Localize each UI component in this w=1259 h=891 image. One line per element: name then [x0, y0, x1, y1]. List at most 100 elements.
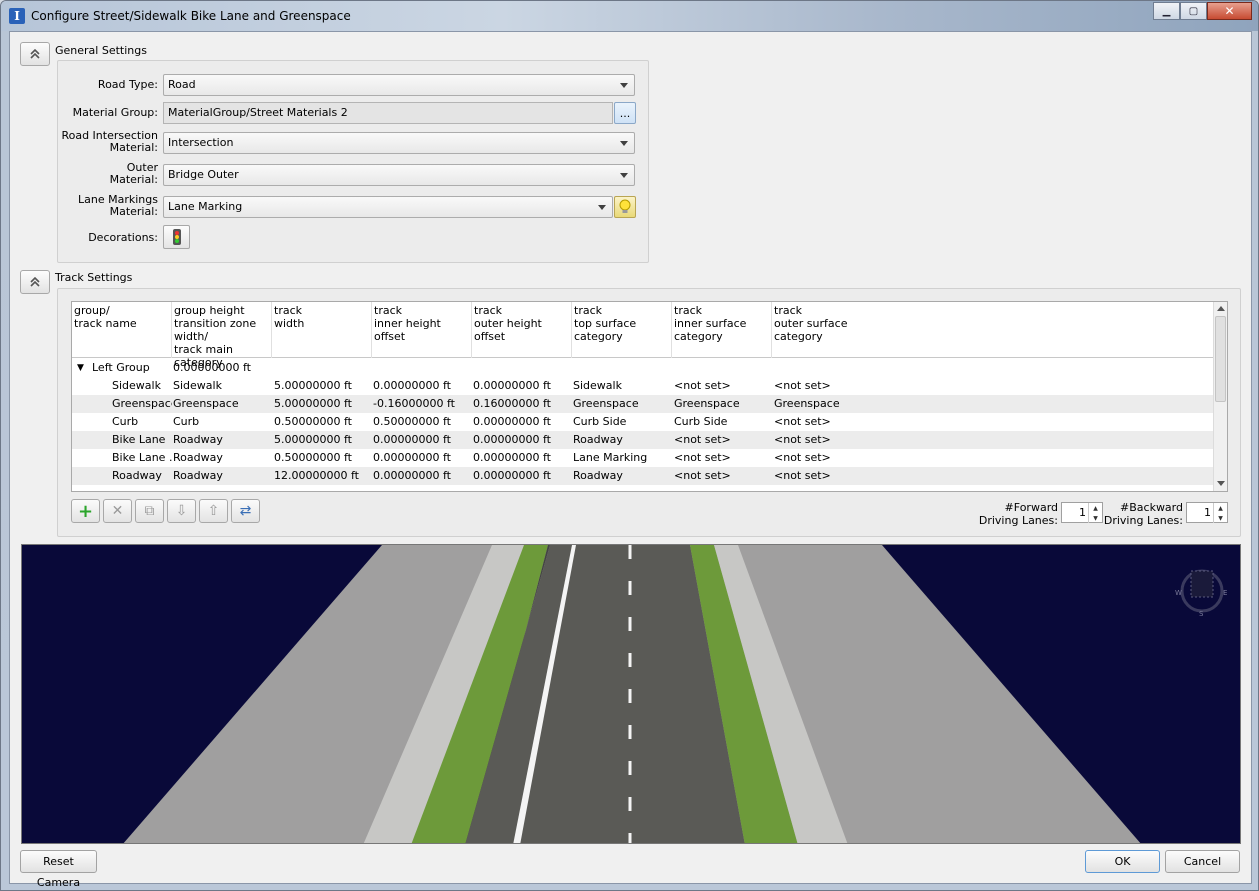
track-name-cell: Sidewalk [112, 379, 161, 392]
maximize-button[interactable]: ▢ [1180, 2, 1207, 20]
outer-height-cell: 0.16000000 ft [473, 397, 551, 410]
delete-track-button[interactable]: ✕ [103, 499, 132, 523]
group-height: 0.00000000 ft [173, 361, 251, 374]
lightbulb-icon [619, 199, 631, 213]
ok-button[interactable]: OK [1085, 850, 1160, 873]
compass-south-label: S [1199, 610, 1204, 618]
title-bar[interactable]: I Configure Street/Sidewalk Bike Lane an… [1, 1, 1258, 31]
cancel-button[interactable]: Cancel [1165, 850, 1240, 873]
chevron-down-icon [620, 173, 628, 178]
decorations-label: Decorations: [88, 231, 158, 244]
close-button[interactable]: ✕ [1207, 2, 1252, 20]
material-group-field[interactable]: MaterialGroup/Street Materials 2 [163, 102, 613, 124]
scrollbar-thumb[interactable] [1215, 316, 1226, 402]
table-row[interactable]: Sidewalk Sidewalk 5.00000000 ft 0.000000… [72, 377, 1214, 395]
table-group-row[interactable]: ▼ Left Group 0.00000000 ft [72, 359, 1214, 377]
material-group-browse-button[interactable]: ... [614, 102, 636, 124]
outer-surface-cell: <not set> [774, 379, 831, 392]
outer-material-select[interactable]: Bridge Outer [163, 164, 635, 186]
road-intersection-material-select[interactable]: Intersection [163, 132, 635, 154]
chevron-down-icon [598, 205, 606, 210]
top-surface-cell: Roadway [573, 433, 623, 446]
track-category-cell: Curb [173, 415, 200, 428]
forward-lanes-label: #Forward Driving Lanes: [978, 501, 1058, 527]
lane-markings-hint-button[interactable] [614, 196, 636, 218]
inner-surface-cell: <not set> [674, 451, 731, 464]
top-surface-cell: Sidewalk [573, 379, 622, 392]
move-down-button[interactable]: ⇩ [167, 499, 196, 523]
table-row[interactable]: Roadway Roadway 12.00000000 ft 0.0000000… [72, 467, 1214, 485]
track-category-cell: Sidewalk [173, 379, 222, 392]
track-settings-group: group/ track name group height transitio… [57, 288, 1241, 537]
scroll-down-icon[interactable] [1217, 481, 1225, 486]
track-width-cell: 0.50000000 ft [274, 451, 352, 464]
inner-surface-cell: <not set> [674, 433, 731, 446]
track-width-cell: 0.50000000 ft [274, 415, 352, 428]
track-width-cell: 5.00000000 ft [274, 397, 352, 410]
column-header[interactable]: group/ track name [72, 302, 172, 358]
inner-surface-cell: Curb Side [674, 415, 728, 428]
outer-height-cell: 0.00000000 ft [473, 379, 551, 392]
outer-surface-cell: <not set> [774, 433, 831, 446]
compass-west-label: W [1175, 589, 1182, 597]
outer-height-cell: 0.00000000 ft [473, 469, 551, 482]
track-table: group/ track name group height transitio… [71, 301, 1228, 492]
chevron-down-icon [620, 141, 628, 146]
compass-icon [1180, 569, 1224, 613]
column-header[interactable]: track outer height offset [472, 302, 572, 358]
table-vertical-scrollbar[interactable] [1213, 302, 1227, 491]
outer-height-cell: 0.00000000 ft [473, 415, 551, 428]
track-table-header: group/ track name group height transitio… [72, 302, 1214, 369]
traffic-light-icon [172, 229, 181, 245]
decorations-button[interactable] [163, 225, 190, 249]
copy-track-button[interactable]: ⧉ [135, 499, 164, 523]
column-header[interactable]: group height transition zone width/ trac… [172, 302, 272, 369]
add-track-button[interactable]: + [71, 499, 100, 523]
group-name: Left Group [92, 361, 150, 374]
window-title: Configure Street/Sidewalk Bike Lane and … [31, 9, 351, 23]
dialog-client: General Settings Road Type: Road Materia… [9, 31, 1252, 889]
track-name-cell: Curb [112, 415, 139, 428]
swap-icon: ⇄ [239, 503, 252, 519]
lane-markings-material-select[interactable]: Lane Marking [163, 196, 613, 218]
spin-up-icon[interactable]: ▲ [1213, 503, 1227, 513]
collapse-up-icon [30, 277, 40, 287]
road-type-select[interactable]: Road [163, 74, 635, 96]
inner-height-cell: 0.00000000 ft [373, 451, 451, 464]
reset-camera-button[interactable]: Reset Camera [20, 850, 97, 889]
lane-markings-material-label: Lane Markings Material: [78, 193, 158, 218]
general-settings-group: Road Type: Road Material Group: Material… [57, 60, 649, 263]
inner-surface-cell: Greenspace [674, 397, 740, 410]
inner-height-cell: 0.50000000 ft [373, 415, 451, 428]
outer-surface-cell: <not set> [774, 415, 831, 428]
outer-surface-cell: <not set> [774, 451, 831, 464]
minimize-button[interactable]: ▁ [1153, 2, 1180, 20]
track-settings-title: Track Settings [55, 271, 133, 284]
column-header[interactable]: track outer surface category [772, 302, 872, 358]
column-header[interactable]: track top surface category [572, 302, 672, 358]
swap-sides-button[interactable]: ⇄ [231, 499, 260, 523]
track-settings-collapse-button[interactable] [20, 270, 50, 294]
table-row[interactable]: Greenspace Greenspace 5.00000000 ft -0.1… [72, 395, 1214, 413]
road-preview-viewport[interactable]: W E S [21, 544, 1241, 844]
expand-triangle-icon[interactable]: ▼ [77, 359, 89, 377]
table-row[interactable]: Curb Curb 0.50000000 ft 0.50000000 ft 0.… [72, 413, 1214, 431]
road-intersection-material-label: Road Intersection Material: [61, 129, 158, 154]
delete-icon: ✕ [111, 503, 124, 519]
track-category-cell: Greenspace [173, 397, 239, 410]
general-settings-collapse-button[interactable] [20, 42, 50, 66]
column-header[interactable]: track inner surface category [672, 302, 772, 358]
scroll-up-icon[interactable] [1217, 306, 1225, 311]
table-row[interactable]: Bike Lane Roadway 5.00000000 ft 0.000000… [72, 431, 1214, 449]
spin-down-icon[interactable]: ▼ [1213, 513, 1227, 523]
top-surface-cell: Curb Side [573, 415, 627, 428]
backward-lanes-spinbox[interactable]: 1 ▲ ▼ [1186, 502, 1228, 523]
table-row[interactable]: Bike Lane ... Roadway 0.50000000 ft 0.00… [72, 449, 1214, 467]
column-header[interactable]: track width [272, 302, 372, 358]
move-up-button[interactable]: ⇧ [199, 499, 228, 523]
outer-surface-cell: <not set> [774, 469, 831, 482]
app-icon: I [9, 8, 25, 24]
top-surface-cell: Roadway [573, 469, 623, 482]
column-header[interactable]: track inner height offset [372, 302, 472, 358]
outer-height-cell: 0.00000000 ft [473, 433, 551, 446]
